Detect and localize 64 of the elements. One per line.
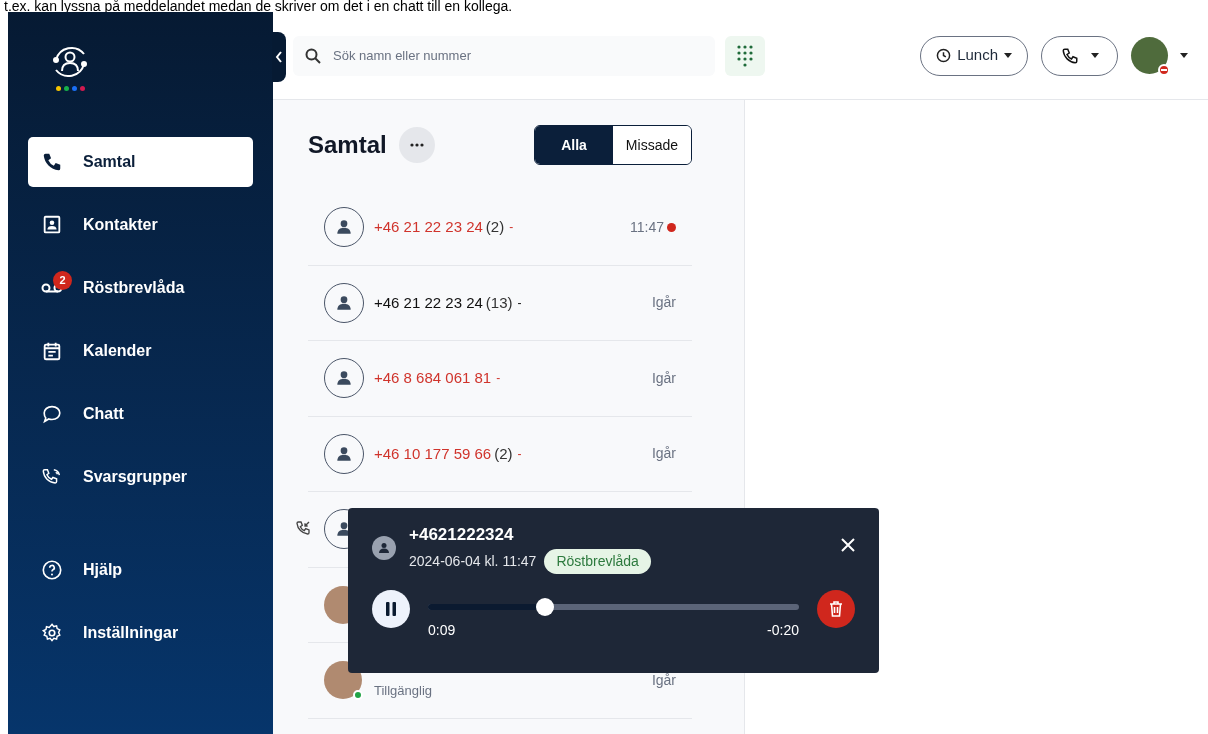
phone-number: +46 21 22 23 24 [374, 217, 483, 237]
chevron-left-icon [275, 51, 283, 63]
calendar-icon [41, 340, 63, 362]
call-count: (2) [494, 443, 513, 464]
photo-placeholder[interactable] [1131, 37, 1168, 74]
nav-item[interactable]: Kalender [28, 326, 253, 376]
filter-tab[interactable]: Alla [535, 126, 613, 164]
call-time: Igår [651, 293, 676, 313]
dash-text: - [517, 445, 522, 463]
nav-item[interactable]: Hjälp [28, 545, 253, 595]
remaining-time: -0:20 [767, 621, 799, 640]
phone-icon [41, 151, 63, 173]
nav-item[interactable]: 2 Röstbrevlåda [28, 263, 253, 313]
nav-item[interactable]: Kontakter [28, 200, 253, 250]
phone-number: +46 8 684 061 81 [374, 368, 492, 388]
keypad-button[interactable] [725, 35, 765, 76]
phone-number: +46 10 177 59 66 [374, 443, 492, 464]
clock-icon [936, 48, 952, 63]
phone-icon [1060, 46, 1079, 65]
caller-number: +4621222324 [409, 524, 515, 546]
help-icon [41, 559, 63, 581]
busy-status-icon [1158, 64, 1170, 76]
ellipsis-icon [409, 143, 424, 147]
nav-item[interactable]: Inställningar [28, 608, 253, 658]
call-time: 11:47 [630, 217, 664, 237]
trash-icon [829, 601, 843, 617]
person-icon [372, 536, 396, 560]
call-time: Igår [651, 444, 676, 464]
nav-item[interactable]: Svarsgrupper [28, 452, 253, 502]
pause-button[interactable] [372, 590, 410, 628]
dash-text: - [509, 219, 514, 237]
nav-item[interactable]: Samtal [28, 137, 253, 187]
call-count: (13) [485, 292, 513, 313]
dash-text: - [517, 294, 522, 312]
presence-text: Tillgänglig [374, 681, 433, 700]
more-button[interactable] [398, 127, 435, 163]
dash-text: - [496, 370, 501, 388]
search-icon [305, 47, 321, 64]
call-time: Igår [651, 670, 676, 690]
incoming-call-icon [295, 520, 311, 536]
settings-icon [41, 622, 63, 644]
contacts-icon [41, 214, 63, 236]
caret-icon [1004, 53, 1012, 58]
unread-badge: 2 [53, 271, 72, 290]
pause-icon [385, 602, 397, 616]
search-field[interactable]: Sök namn eller nummer [293, 35, 715, 76]
dialpad-icon [737, 44, 753, 67]
slider-thumb[interactable] [535, 598, 554, 616]
caret-icon [1180, 53, 1188, 58]
chat-icon [41, 403, 63, 425]
filter-tab[interactable]: Missade [612, 126, 691, 164]
elapsed-time: 0:09 [428, 621, 456, 640]
phone-number: +46 21 22 23 24 [374, 292, 483, 313]
nav-item[interactable]: Chatt [28, 389, 253, 439]
delete-button[interactable] [817, 590, 855, 628]
call-time: Igår [651, 368, 676, 388]
call-date: 2024-06-04 kl. 11:47 [409, 552, 537, 571]
voicemail-icon [41, 283, 63, 293]
call-count: (2) [485, 217, 505, 237]
close-button[interactable] [841, 538, 855, 552]
collapse-button[interactable] [272, 32, 286, 82]
voicemail-tag: Röstbrevlåda [544, 549, 651, 574]
caret-icon [1090, 53, 1099, 58]
page-title: Samtal [308, 130, 387, 160]
